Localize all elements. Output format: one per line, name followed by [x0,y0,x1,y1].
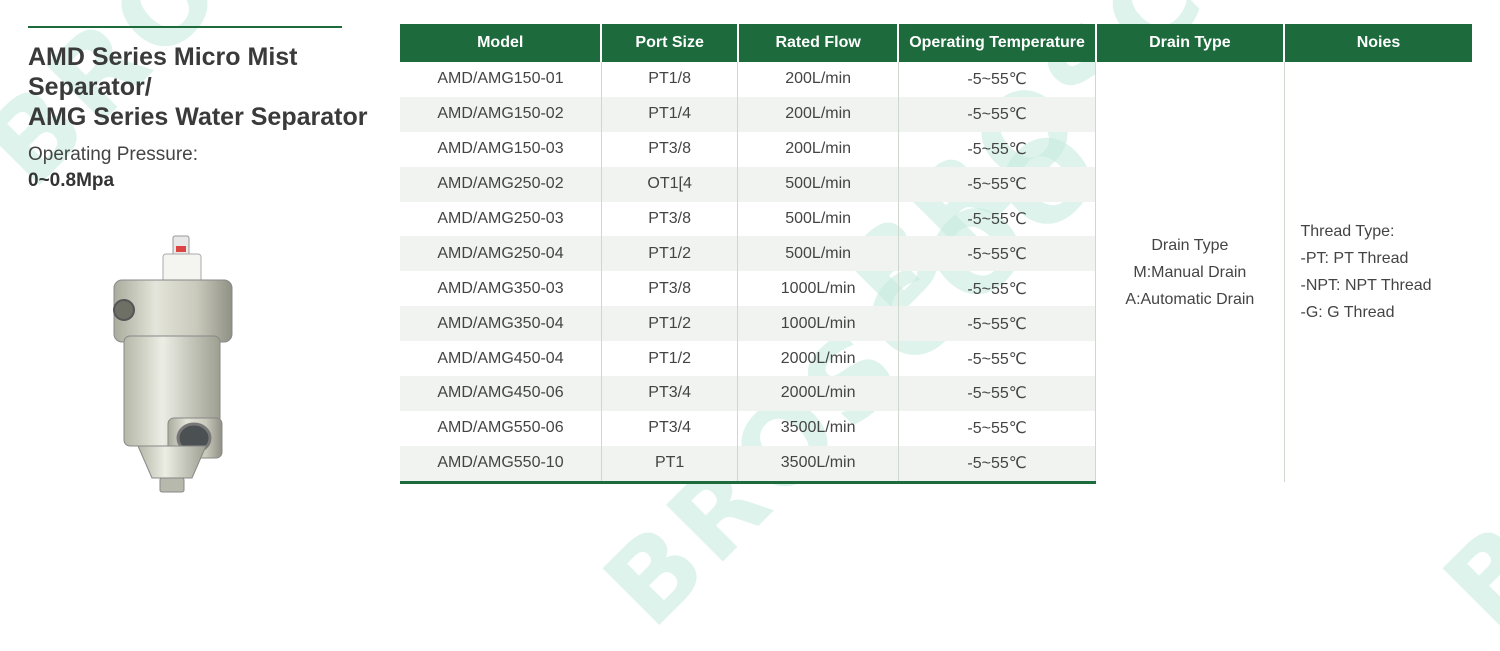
header-drain-type: Drain Type [1095,24,1286,62]
drain-type-cell: Drain Type M:Manual Drain A:Automatic Dr… [1095,62,1285,483]
cell-rated-flow: 500L/min [737,236,899,272]
drain-type-line: M:Manual Drain [1133,263,1247,281]
cell-temperature: -5~55℃ [898,306,1097,342]
notes-line: -G: G Thread [1300,304,1395,322]
cell-temperature: -5~55℃ [898,166,1097,202]
cell-rated-flow: 200L/min [737,62,899,97]
cell-temperature: -5~55℃ [898,271,1097,307]
cell-rated-flow: 3500L/min [737,445,899,484]
cell-temperature: -5~55℃ [898,96,1097,132]
cell-rated-flow: 1000L/min [737,306,899,342]
cell-temperature: -5~55℃ [898,201,1097,237]
cell-model: AMD/AMG550-10 [400,445,602,484]
pressure-value: 0~0.8Mpa [28,170,115,191]
cell-model: AMD/AMG450-06 [400,376,602,411]
cell-port-size: PT1 [601,445,739,484]
drain-type-line: A:Automatic Drain [1125,290,1255,308]
drain-type-line: Drain Type [1151,236,1229,254]
notes-line: -NPT: NPT Thread [1300,277,1432,295]
cell-temperature: -5~55℃ [898,131,1097,167]
table-header-row: Model Port Size Rated Flow Operating Tem… [400,24,1472,62]
cell-model: AMD/AMG150-01 [400,62,602,97]
cell-temperature: -5~55℃ [898,445,1097,484]
table-row: AMD/AMG150-01 PT1/8 200L/min -5~55℃ Drai… [400,62,1472,483]
cell-temperature: -5~55℃ [898,341,1097,377]
cell-model: AMD/AMG250-02 [400,166,602,202]
cell-model: AMD/AMG250-04 [400,236,602,272]
divider [28,26,342,28]
cell-port-size: PT3/4 [601,410,739,446]
specification-table: Model Port Size Rated Flow Operating Tem… [400,24,1472,484]
cell-rated-flow: 200L/min [737,96,899,132]
header-operating-temperature: Operating Temperature [898,24,1097,62]
cell-port-size: PT1/2 [601,236,739,272]
cell-rated-flow: 500L/min [737,166,899,202]
cell-model: AMD/AMG550-06 [400,410,602,446]
cell-rated-flow: 200L/min [737,131,899,167]
notes-line: Thread Type: [1300,223,1395,241]
cell-port-size: OT1[4 [601,166,739,202]
cell-model: AMD/AMG150-02 [400,96,602,132]
notes-cell: Thread Type: -PT: PT Thread -NPT: NPT Th… [1284,62,1472,483]
cell-rated-flow: 500L/min [737,201,899,237]
header-port-size: Port Size [601,24,739,62]
cell-port-size: PT1/2 [601,341,739,377]
cell-port-size: PT3/4 [601,376,739,411]
cell-temperature: -5~55℃ [898,376,1097,411]
cell-port-size: PT1/8 [601,62,739,97]
cell-model: AMD/AMG450-04 [400,341,602,377]
product-title: AMD Series Micro Mist Separator/ AMG Ser… [28,42,388,132]
product-title-line1: AMD Series Micro Mist Separator/ [28,43,298,101]
product-image [113,235,233,493]
cell-model: AMD/AMG150-03 [400,131,602,167]
cell-port-size: PT3/8 [601,201,739,237]
cell-model: AMD/AMG250-03 [400,201,602,237]
cell-temperature: -5~55℃ [898,236,1097,272]
pressure-label: Operating Pressure: [28,144,199,165]
header-model: Model [400,24,603,62]
product-title-line2: AMG Series Water Separator [28,103,368,131]
cell-port-size: PT1/4 [601,96,739,132]
cell-model: AMD/AMG350-03 [400,271,602,307]
cell-rated-flow: 1000L/min [737,271,899,307]
cell-rated-flow: 2000L/min [737,376,899,411]
cell-port-size: PT1/2 [601,306,739,342]
notes-line: -PT: PT Thread [1300,250,1409,268]
cell-temperature: -5~55℃ [898,62,1097,97]
cell-rated-flow: 2000L/min [737,341,899,377]
header-notes: Noies [1284,24,1472,62]
product-info-panel: AMD Series Micro Mist Separator/ AMG Ser… [28,26,388,192]
cell-temperature: -5~55℃ [898,410,1097,446]
header-rated-flow: Rated Flow [737,24,900,62]
cell-model: AMD/AMG350-04 [400,306,602,342]
cell-port-size: PT3/8 [601,131,739,167]
cell-port-size: PT3/8 [601,271,739,307]
cell-rated-flow: 3500L/min [737,410,899,446]
